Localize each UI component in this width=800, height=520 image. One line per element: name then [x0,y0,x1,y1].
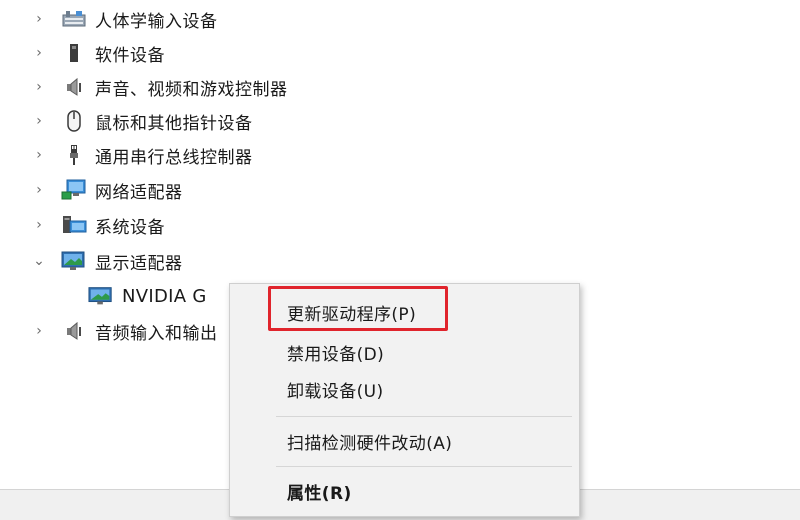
menu-separator [276,466,572,467]
tree-item-mice[interactable]: › 鼠标和其他指针设备 [31,104,253,138]
tree-item-label: 软件设备 [95,45,165,66]
tree-item-display-adapters[interactable]: ⌄ 显示适配器 [31,244,183,278]
tree-item-usb[interactable]: › 通用串行总线控制器 [31,138,253,172]
tree-item-network-adapters[interactable]: › 网络适配器 [31,173,183,207]
hid-device-icon [61,8,87,30]
gpu-icon [88,285,114,307]
menu-item-uninstall-device[interactable]: 卸载设备(U) [287,375,384,403]
tree-item-label: 网络适配器 [95,182,183,203]
tree-item-nvidia-gpu[interactable]: NVIDIA G [88,279,207,313]
menu-item-label: 更新驱动程序(P) [287,304,417,325]
usb-icon [61,144,87,166]
tree-item-label: 音频输入和输出 [95,323,218,344]
tree-item-label: 通用串行总线控制器 [95,147,253,168]
mouse-icon [61,110,87,132]
tree-item-label: 声音、视频和游戏控制器 [95,79,288,100]
chevron-down-icon[interactable]: ⌄ [31,253,47,269]
context-menu: 更新驱动程序(P) 禁用设备(D) 卸载设备(U) 扫描检测硬件改动(A) 属性… [229,283,580,517]
software-device-icon [61,42,87,64]
chevron-right-icon[interactable]: › [31,323,47,339]
tree-item-label: 鼠标和其他指针设备 [95,113,253,134]
display-adapter-icon [61,250,87,272]
tree-item-system-devices[interactable]: › 系统设备 [31,208,165,242]
chevron-right-icon[interactable]: › [31,147,47,163]
menu-separator [276,416,572,417]
network-adapter-icon [61,179,87,201]
tree-item-label: NVIDIA G [122,285,207,307]
chevron-right-icon[interactable]: › [31,113,47,129]
tree-item-label: 系统设备 [95,217,165,238]
menu-item-disable-device[interactable]: 禁用设备(D) [287,338,384,366]
menu-item-scan-hardware-changes[interactable]: 扫描检测硬件改动(A) [287,427,452,455]
tree-item-label: 人体学输入设备 [95,11,218,32]
speaker-icon [61,76,87,98]
tree-item-label: 显示适配器 [95,253,183,274]
menu-item-label: 卸载设备(U) [287,381,384,402]
chevron-right-icon[interactable]: › [31,45,47,61]
menu-item-label: 禁用设备(D) [287,344,385,365]
chevron-right-icon[interactable]: › [31,182,47,198]
tree-item-sound-video-game[interactable]: › 声音、视频和游戏控制器 [31,70,288,104]
audio-io-icon [61,320,87,342]
menu-item-update-driver[interactable]: 更新驱动程序(P) [287,298,416,326]
chevron-right-icon[interactable]: › [31,217,47,233]
tree-item-audio-io[interactable]: › 音频输入和输出 [31,314,218,348]
tree-item-hid[interactable]: › 人体学输入设备 [31,2,218,36]
menu-item-properties[interactable]: 属性(R) [287,477,352,505]
menu-item-label: 扫描检测硬件改动(A) [287,433,453,454]
tree-item-software-devices[interactable]: › 软件设备 [31,36,165,70]
menu-item-label: 属性(R) [287,483,352,504]
chevron-right-icon[interactable]: › [31,11,47,27]
system-device-icon [61,214,87,236]
chevron-right-icon[interactable]: › [31,79,47,95]
